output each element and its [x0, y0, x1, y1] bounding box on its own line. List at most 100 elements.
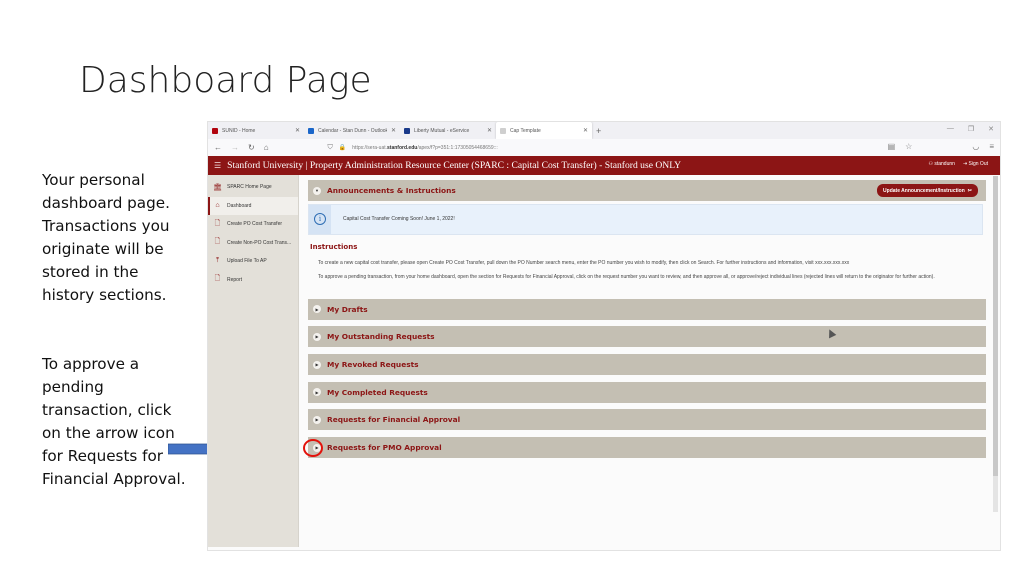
sign-out-icon: ⇥: [962, 161, 968, 167]
sidebar-item-label: Upload File To AP: [227, 258, 267, 265]
expand-arrow-icon[interactable]: ▶: [313, 415, 321, 424]
sidebar-item-label: SPARC Home Page: [227, 184, 272, 191]
approval-instruction-note: To approve a pending transaction, click …: [42, 355, 186, 488]
close-tab-icon[interactable]: ✕: [583, 127, 588, 134]
slide-title: Dashboard Page: [79, 60, 372, 101]
expand-arrow-icon[interactable]: ▶: [313, 332, 321, 341]
sidebar-item-label: Report: [227, 276, 243, 283]
outlook-favicon-icon: [308, 127, 314, 134]
section-title: Requests for Financial Approval: [327, 415, 461, 425]
page-favicon-icon: [500, 127, 506, 134]
section-title: My Completed Requests: [327, 387, 428, 397]
sidebar-item-create-po-cost-transfer[interactable]: 🗋 Create PO Cost Transfer: [208, 215, 298, 234]
restore-icon[interactable]: ❐: [968, 125, 974, 133]
tools-icon: ✂: [967, 187, 972, 194]
sidebar-item-report[interactable]: 🗋 Report: [208, 271, 298, 290]
sign-out-link[interactable]: ⇥ Sign Out: [963, 161, 988, 167]
section-my-outstanding-requests[interactable]: ▶ My Outstanding Requests: [308, 326, 986, 348]
browser-tab[interactable]: Liberty Mutual - eService ✕: [400, 122, 496, 139]
sidebar-item-label: Dashboard: [227, 202, 252, 209]
pocket-icon[interactable]: ◡: [972, 142, 979, 151]
page-scrollbar[interactable]: [993, 176, 998, 512]
app-header: ☰ Stanford University | Property Adminis…: [208, 156, 1000, 175]
instructions-paragraph: To approve a pending transaction, from y…: [318, 274, 935, 281]
section-title: Announcements & Instructions: [327, 186, 456, 195]
section-my-completed-requests[interactable]: ▶ My Completed Requests: [308, 381, 986, 403]
announcements-section-header[interactable]: ▼ Announcements & Instructions Update An…: [308, 180, 986, 201]
sign-out-label: Sign Out: [968, 161, 988, 167]
close-tab-icon[interactable]: ✕: [391, 127, 396, 134]
scrollbar-thumb[interactable]: [993, 176, 998, 476]
liberty-favicon-icon: [404, 127, 410, 134]
main-content: ▼ Announcements & Instructions Update An…: [299, 175, 1000, 547]
section-requests-for-pmo-approval[interactable]: ▶ Requests for PMO Approval: [308, 437, 986, 459]
stanford-favicon-icon: [212, 127, 218, 134]
user-icon: ⚇: [928, 161, 933, 167]
forward-icon[interactable]: →: [231, 143, 239, 152]
highlight-circle-annotation: [303, 439, 323, 457]
file-plus-icon: 🗋: [214, 219, 221, 227]
expand-arrow-icon[interactable]: ▶: [313, 388, 321, 397]
tab-label: SUNID - Home: [222, 127, 256, 134]
sidebar-item-create-non-po-cost-transfer[interactable]: 🗋 Create Non-PO Cost Trans...: [208, 234, 298, 253]
close-window-icon[interactable]: ✕: [988, 125, 994, 133]
address-bar[interactable]: ⛉ 🔒 https://sera-uat.stanford.edu/apex/f…: [328, 144, 498, 152]
section-title: My Revoked Requests: [327, 360, 419, 370]
browser-nav-bar: ← → ↻ ⌂ ⛉ 🔒 https://sera-uat.stanford.ed…: [208, 139, 1000, 156]
reader-icon[interactable]: ▤: [888, 142, 896, 151]
section-my-revoked-requests[interactable]: ▶ My Revoked Requests: [308, 354, 986, 376]
sidebar: 🏛 SPARC Home Page ⌂ Dashboard 🗋 Create P…: [208, 175, 299, 547]
shield-icon: ⛉: [327, 143, 333, 151]
info-icon: i: [314, 213, 326, 226]
home-icon: ⌂: [215, 202, 220, 210]
app-header-title: Stanford University | Property Administr…: [227, 160, 682, 171]
announcement-banner: i Capital Cost Transfer Coming Soon! Jun…: [308, 203, 983, 235]
upload-icon: ⤒: [215, 257, 220, 265]
dashboard-description-note: Your personal dashboard page. Transactio…: [42, 171, 170, 304]
announcement-message: Capital Cost Transfer Coming Soon! June …: [343, 216, 455, 223]
lock-icon: 🔒: [338, 145, 347, 151]
tab-label: Cap Template: [510, 127, 541, 134]
section-title: Requests for PMO Approval: [327, 443, 442, 453]
tab-label: Calendar - Stan Dunn - Outlook: [318, 127, 387, 134]
instructions-paragraph: To create a new capital cost transfer, p…: [318, 259, 850, 266]
close-tab-icon[interactable]: ✕: [487, 127, 492, 134]
history-sections: ▶ My Drafts ▶ My Outstanding Requests ▶ …: [308, 298, 992, 459]
document-icon: 🗋: [214, 275, 221, 283]
button-label: Update Announcement/Instruction: [883, 187, 965, 194]
sidebar-item-label: Create PO Cost Transfer: [227, 221, 283, 228]
expand-arrow-icon[interactable]: ▶: [313, 360, 321, 369]
instructions-heading: Instructions: [310, 242, 358, 251]
section-requests-for-financial-approval[interactable]: ▶ Requests for Financial Approval: [308, 409, 986, 431]
browser-window: SUNID - Home ✕ Calendar - Stan Dunn - Ou…: [207, 121, 1001, 551]
tab-label: Liberty Mutual - eService: [414, 127, 470, 134]
home-icon[interactable]: ⌂: [264, 143, 269, 152]
menu-icon[interactable]: ≡: [989, 142, 994, 151]
browser-tab-active[interactable]: Cap Template ✕: [496, 122, 592, 139]
bank-icon: 🏛: [213, 184, 222, 192]
browser-tab-bar: SUNID - Home ✕ Calendar - Stan Dunn - Ou…: [208, 122, 1000, 139]
url-text: https://sera-uat.stanford.edu/apex/f?p=3…: [352, 144, 498, 151]
collapse-arrow-icon[interactable]: ▼: [313, 186, 321, 195]
sidebar-item-sparc-home[interactable]: 🏛 SPARC Home Page: [208, 178, 298, 197]
section-title: My Outstanding Requests: [327, 332, 435, 342]
sidebar-item-label: Create Non-PO Cost Trans...: [227, 239, 292, 246]
star-icon[interactable]: ☆: [905, 142, 912, 151]
browser-tab[interactable]: Calendar - Stan Dunn - Outlook ✕: [304, 122, 400, 139]
minimize-icon[interactable]: —: [947, 125, 954, 133]
user-menu[interactable]: ⚇ standunn: [928, 161, 954, 167]
close-tab-icon[interactable]: ✕: [295, 127, 300, 134]
section-title: My Drafts: [327, 304, 368, 314]
sidebar-item-upload-file[interactable]: ⤒ Upload File To AP: [208, 252, 298, 271]
browser-tab[interactable]: SUNID - Home ✕: [208, 122, 304, 139]
sidebar-item-dashboard[interactable]: ⌂ Dashboard: [208, 196, 298, 215]
expand-arrow-icon[interactable]: ▶: [313, 305, 321, 314]
back-icon[interactable]: ←: [214, 143, 222, 152]
reload-icon[interactable]: ↻: [248, 143, 255, 152]
new-tab-icon[interactable]: +: [596, 126, 601, 136]
update-announcement-button[interactable]: Update Announcement/Instruction ✂: [877, 184, 978, 197]
section-my-drafts[interactable]: ▶ My Drafts: [308, 298, 986, 320]
username: standunn: [934, 161, 955, 167]
hamburger-menu-icon[interactable]: ☰: [214, 161, 221, 170]
file-plus-icon: 🗋: [214, 238, 221, 246]
